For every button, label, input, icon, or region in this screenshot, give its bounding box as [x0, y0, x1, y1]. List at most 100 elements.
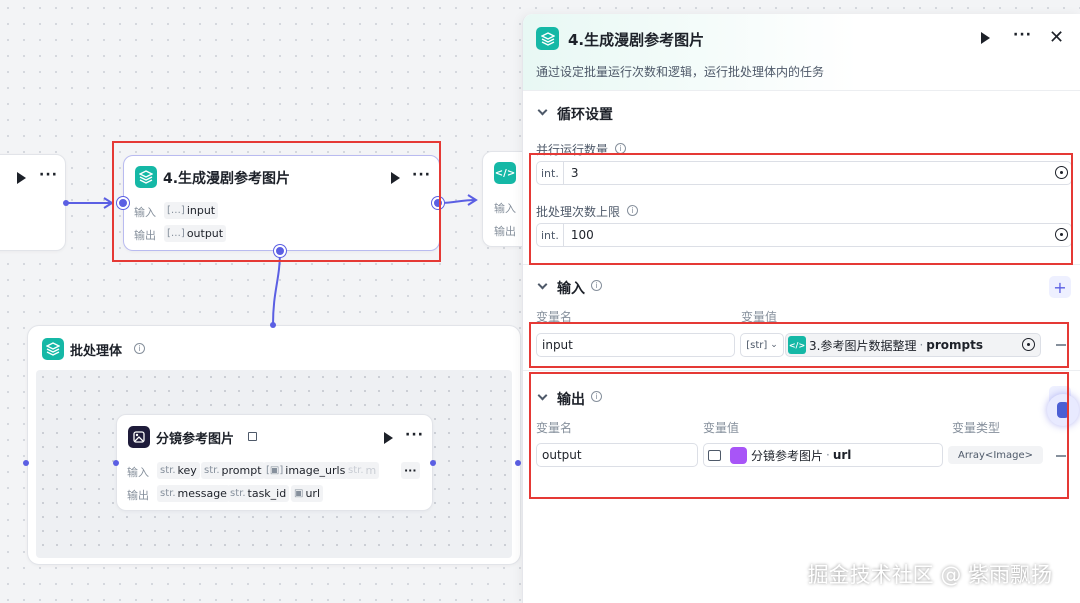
batch-limit-label: 批处理次数上限 — [536, 205, 621, 219]
col-value-label: 变量值 — [741, 310, 778, 324]
ref-separator: · — [919, 338, 924, 352]
edge-main-to-next — [439, 199, 477, 204]
more-icon[interactable]: ··· — [405, 427, 424, 443]
variable-ref-icon[interactable] — [1055, 166, 1068, 179]
info-icon[interactable]: i — [627, 205, 638, 216]
input-chip-image-urls: [▣] image_urls — [263, 462, 349, 479]
batch-icon — [42, 338, 64, 360]
input-chip-prompt: str. prompt — [201, 462, 265, 479]
child-input-port[interactable] — [113, 460, 119, 466]
input-chip-truncated: str. m — [345, 462, 380, 479]
output-chip-task-id: str. task_id — [227, 485, 290, 502]
var-name: output — [542, 448, 582, 462]
image-plugin-icon — [128, 426, 150, 448]
prev-output-port[interactable] — [63, 200, 69, 206]
more-icon[interactable]: ··· — [39, 167, 58, 183]
parallel-label: 并行运行数量 — [536, 143, 609, 157]
info-icon[interactable]: i — [134, 343, 145, 354]
type-tag: [str] — [746, 339, 768, 351]
run-icon[interactable] — [981, 32, 990, 44]
var-type: Array<Image> — [958, 449, 1034, 461]
input-var-value-ref[interactable]: </> 3.参考图片数据整理 · prompts — [785, 333, 1041, 357]
code-icon: </> — [494, 162, 516, 184]
input-chip-key: str. key — [157, 462, 200, 479]
info-icon[interactable]: i — [591, 391, 602, 402]
more-icon[interactable]: ··· — [1013, 27, 1032, 43]
loop-section-title[interactable]: 循环设置 — [557, 104, 613, 124]
variable-ref-icon[interactable] — [1022, 338, 1035, 351]
run-icon[interactable] — [384, 432, 393, 444]
close-icon[interactable]: ✕ — [1049, 27, 1064, 48]
input-chip: […] input — [164, 202, 219, 219]
output-row-label: 输出 — [494, 225, 516, 238]
ref-field-name: prompts — [926, 338, 984, 352]
batch-start-port[interactable] — [23, 460, 29, 466]
run-icon[interactable] — [17, 172, 26, 184]
input-row-label: 输入 — [127, 466, 149, 479]
main-input-port[interactable] — [117, 197, 129, 209]
batch-limit-value: 100 — [570, 228, 594, 242]
batch-end-port[interactable] — [515, 460, 521, 466]
drag-handle-core — [1057, 402, 1069, 418]
var-name: input — [542, 338, 573, 352]
child-output-port[interactable] — [430, 460, 436, 466]
add-input-button[interactable]: + — [1049, 276, 1071, 298]
ref-node-name: 3.参考图片数据整理 — [809, 338, 917, 353]
more-inputs-button[interactable]: ··· — [401, 462, 420, 479]
input-var-name-field[interactable]: input — [536, 333, 735, 357]
output-type-badge: Array<Image> — [948, 446, 1044, 464]
col-type-label: 变量类型 — [952, 421, 1001, 435]
edge-main-to-batch — [272, 250, 281, 326]
output-chip-url: ▣ url — [291, 485, 324, 502]
batch-limit-input[interactable]: int. 100 — [536, 223, 1072, 247]
divider — [523, 370, 1080, 371]
input-row-label: 输入 — [134, 206, 156, 219]
run-icon[interactable] — [391, 172, 400, 184]
input-section-title[interactable]: 输入 — [557, 278, 585, 298]
col-name-label: 变量名 — [536, 421, 573, 435]
batch-icon — [536, 27, 559, 50]
watermark: 掘金技术社区 @ 紫雨飘扬 — [807, 563, 1052, 587]
main-node[interactable]: 4.生成漫剧参考图片 ··· 输入 […] input 输出 […] output — [123, 155, 440, 251]
type-tag: int. — [537, 224, 564, 246]
chevron-down-icon[interactable] — [537, 279, 548, 290]
batch-icon — [135, 166, 157, 188]
drag-handle-icon[interactable] — [1047, 394, 1079, 426]
chevron-down-icon[interactable] — [537, 390, 548, 401]
output-section-title[interactable]: 输出 — [557, 389, 585, 409]
ref-node-name: 分镜参考图片 — [751, 448, 824, 463]
variable-ref-icon[interactable] — [1055, 228, 1068, 241]
batch-port[interactable] — [270, 322, 276, 328]
node-config-panel: 4.生成漫剧参考图片 ··· ✕ 通过设定批量运行次数和逻辑，运行批处理体内的任… — [522, 14, 1080, 603]
input-row-label: 输入 — [494, 202, 516, 215]
input-var-type-select[interactable]: [str] ⌄ — [740, 333, 784, 357]
chevron-down-icon[interactable] — [537, 105, 548, 116]
main-output-port[interactable] — [432, 197, 444, 209]
info-icon[interactable]: i — [591, 280, 602, 291]
col-value-label: 变量值 — [703, 421, 740, 435]
child-title: 分镜参考图片 — [156, 432, 235, 447]
info-icon[interactable]: i — [615, 143, 626, 154]
type-tag: int. — [537, 162, 564, 184]
divider — [523, 264, 1080, 265]
more-icon[interactable]: ··· — [412, 167, 431, 183]
chevron-down-icon: ⌄ — [770, 340, 778, 350]
output-row-label: 输出 — [127, 489, 149, 502]
divider — [523, 90, 1080, 91]
prev-node[interactable]: ··· — [0, 154, 66, 251]
child-node[interactable]: 分镜参考图片 ··· 输入 str. key str. prompt [▣] imag… — [116, 414, 433, 511]
output-var-value-ref[interactable]: 分镜参考图片 · url — [703, 443, 943, 467]
remove-input-icon[interactable] — [1056, 344, 1066, 346]
panel-title[interactable]: 4.生成漫剧参考图片 — [568, 29, 704, 50]
main-batch-port[interactable] — [274, 245, 286, 257]
parallel-count-input[interactable]: int. 3 — [536, 161, 1072, 185]
plugin-icon — [730, 446, 747, 464]
batch-title: 批处理体 — [70, 344, 123, 359]
panel-description: 通过设定批量运行次数和逻辑，运行批处理体内的任务 — [536, 65, 825, 79]
node-title: 4.生成漫剧参考图片 — [163, 171, 291, 187]
col-name-label: 变量名 — [536, 310, 573, 324]
image-icon — [708, 449, 721, 461]
remove-output-icon[interactable] — [1056, 455, 1066, 457]
ref-separator: · — [826, 448, 830, 462]
output-var-name-field[interactable]: output — [536, 443, 698, 467]
